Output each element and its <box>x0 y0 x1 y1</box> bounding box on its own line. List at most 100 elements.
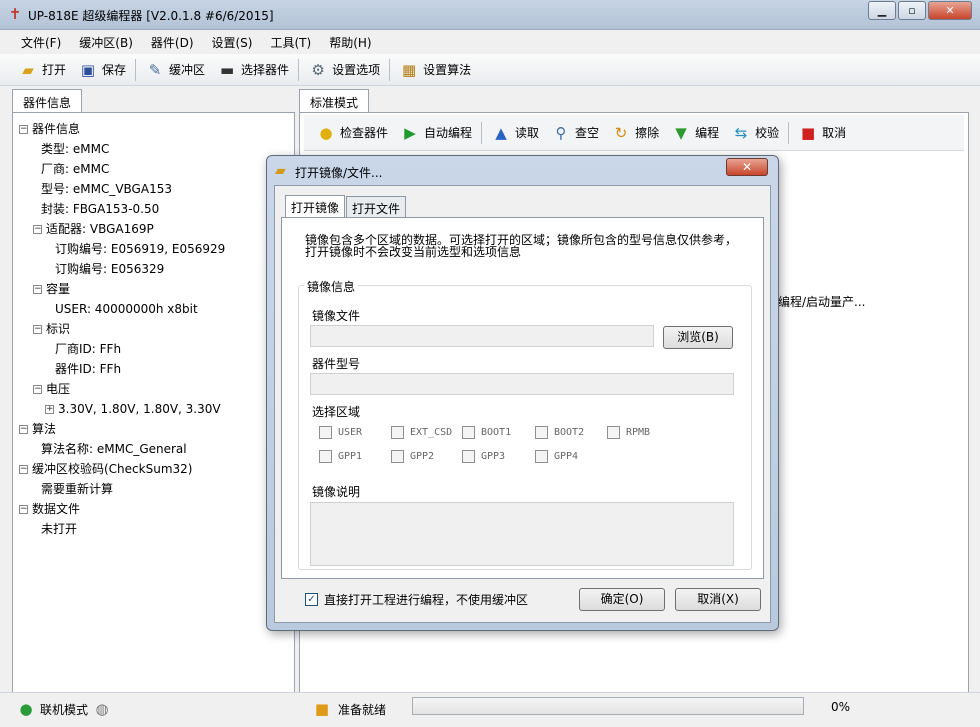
algorithm-button[interactable]: ▦ 设置算法 <box>393 57 477 83</box>
verify-button[interactable]: ⇆ 校验 <box>725 120 785 146</box>
collapse-icon[interactable]: − <box>33 225 42 234</box>
device-model-label: 器件型号 <box>312 357 361 371</box>
open-button[interactable]: ▰ 打开 <box>12 57 72 83</box>
app-icon: ✝ <box>8 5 22 23</box>
collapse-icon[interactable]: − <box>19 505 28 514</box>
toolbar-separator <box>135 58 137 81</box>
region-gpp3-checkbox[interactable]: GPP3 <box>462 450 505 463</box>
image-desc-box <box>310 502 734 566</box>
select-device-button[interactable]: ▬ 选择器件 <box>211 57 295 83</box>
menu-buffer[interactable]: 缓冲区(B) <box>70 30 142 54</box>
region-boot1-checkbox[interactable]: BOOT1 <box>462 426 511 439</box>
program-button[interactable]: ▼ 编程 <box>665 120 725 146</box>
tree-node[interactable]: − 器件信息 <box>19 119 225 139</box>
connection-icon: ◍ <box>95 700 109 718</box>
read-button[interactable]: ▲ 读取 <box>485 120 545 146</box>
image-info-group-title: 镜像信息 <box>304 278 359 295</box>
menu-tools[interactable]: 工具(T) <box>261 30 320 54</box>
image-file-field[interactable] <box>310 325 654 347</box>
minimize-button[interactable]: ▁ <box>868 1 896 20</box>
open-image-dialog: ▰ 打开镜像/文件... ✕ 打开镜像 打开文件 镜像包含多个区域的数据。可选择… <box>266 155 779 631</box>
mode-status: 联机模式 <box>40 702 89 717</box>
tree-node[interactable]: +3.30V, 1.80V, 1.80V, 3.30V <box>19 399 225 419</box>
collapse-icon[interactable]: − <box>19 465 28 474</box>
erase-button[interactable]: ↻ 擦除 <box>605 120 665 146</box>
tree-leaf: 未打开 <box>41 522 78 536</box>
menu-settings[interactable]: 设置(S) <box>203 30 262 54</box>
menu-file[interactable]: 文件(F) <box>12 30 70 54</box>
tree-node[interactable]: − 适配器: VBGA169P <box>19 219 225 239</box>
image-file-label: 镜像文件 <box>312 309 361 323</box>
menu-help[interactable]: 帮助(H) <box>320 30 380 54</box>
maximize-button[interactable]: ▫ <box>898 1 926 20</box>
ok-button[interactable]: 确定(O) <box>579 588 665 611</box>
tab-open-file[interactable]: 打开文件 <box>346 196 407 218</box>
tree-node[interactable]: − 标识 <box>19 319 225 339</box>
tree-leaf: 封装: FBGA153-0.50 <box>41 202 160 216</box>
menu-bar: 文件(F) 缓冲区(B) 器件(D) 设置(S) 工具(T) 帮助(H) <box>0 30 980 54</box>
device-info-tree: − 器件信息 类型: eMMC 厂商: eMMC 型号: eMMC_VBGA153… <box>19 119 225 539</box>
play-icon: ▶ <box>404 123 416 142</box>
progress-percent: 0% <box>831 700 851 714</box>
ready-status: 准备就绪 <box>338 702 387 717</box>
open-label: 打开 <box>42 63 67 77</box>
collapse-icon[interactable]: − <box>19 125 28 134</box>
checkbox-check-icon: ✓ <box>305 593 318 606</box>
tree-leaf: 型号: eMMC_VBGA153 <box>41 182 172 196</box>
stop-icon: ■ <box>801 123 816 142</box>
image-desc-label: 镜像说明 <box>312 485 361 499</box>
browse-button[interactable]: 浏览(B) <box>663 326 733 349</box>
erase-cycle-icon: ↻ <box>614 123 628 142</box>
region-user-checkbox[interactable]: USER <box>319 426 362 439</box>
tab-standard-mode[interactable]: 标准模式 <box>299 89 370 113</box>
blank-check-button[interactable]: ⚲ 查空 <box>545 120 605 146</box>
tab-open-image[interactable]: 打开镜像 <box>285 195 346 219</box>
options-button[interactable]: ⚙ 设置选项 <box>302 57 386 83</box>
region-boot2-checkbox[interactable]: BOOT2 <box>535 426 584 439</box>
region-gpp1-checkbox[interactable]: GPP1 <box>319 450 362 463</box>
buffer-button[interactable]: ✎ 缓冲区 <box>139 57 211 83</box>
tree-node[interactable]: − 缓冲区校验码(CheckSum32) <box>19 459 225 479</box>
collapse-icon[interactable]: − <box>33 285 42 294</box>
dialog-body: 打开镜像 打开文件 镜像包含多个区域的数据。可选择打开的区域；镜像所包含的型号信… <box>274 185 771 623</box>
floppy-disk-icon: ▣ <box>80 60 96 79</box>
collapse-icon[interactable]: − <box>19 425 28 434</box>
collapse-icon[interactable]: − <box>33 385 42 394</box>
direct-open-checkbox[interactable]: ✓ 直接打开工程进行编程，不使用缓冲区 <box>305 591 528 608</box>
tree-leaf: 算法名称: eMMC_General <box>41 442 187 456</box>
toolbar-separator <box>298 58 300 81</box>
auto-program-button[interactable]: ▶ 自动编程 <box>394 120 478 146</box>
tab-device-info[interactable]: 器件信息 <box>12 89 83 113</box>
check-device-button[interactable]: ● 检查器件 <box>310 120 394 146</box>
expand-icon[interactable]: + <box>45 405 54 414</box>
region-gpp4-checkbox[interactable]: GPP4 <box>535 450 578 463</box>
verify-arrows-icon: ⇆ <box>734 123 748 142</box>
cancel-operation-button[interactable]: ■ 取消 <box>792 120 852 146</box>
region-gpp2-checkbox[interactable]: GPP2 <box>391 450 434 463</box>
tree-node[interactable]: − 算法 <box>19 419 225 439</box>
gear-icon: ⚙ <box>311 60 325 79</box>
window-title: UP-818E 超级编程器 [V2.0.1.8 #6/6/2015] <box>28 9 274 23</box>
tree-leaf: 类型: eMMC <box>41 142 110 156</box>
tree-node[interactable]: − 容量 <box>19 279 225 299</box>
close-button[interactable]: ✕ <box>928 1 972 20</box>
dialog-close-button[interactable]: ✕ <box>726 158 768 176</box>
region-ext-csd-checkbox[interactable]: EXT_CSD <box>391 426 452 439</box>
progress-bar <box>412 697 804 715</box>
main-toolbar: ▰ 打开 ▣ 保存 ✎ 缓冲区 ▬ 选择器件 ⚙ 设置选项 ▦ 设置算法 <box>0 54 980 86</box>
magnifier-icon: ⚲ <box>555 123 567 142</box>
tree-node[interactable]: − 数据文件 <box>19 499 225 519</box>
open-image-tab-panel: 镜像包含多个区域的数据。可选择打开的区域；镜像所包含的型号信息仅供参考， 打开镜… <box>281 217 764 579</box>
tree-leaf: 需要重新计算 <box>41 482 114 496</box>
algorithm-label: 设置算法 <box>423 63 472 77</box>
buffer-label: 缓冲区 <box>169 63 206 77</box>
dialog-cancel-button[interactable]: 取消(X) <box>675 588 761 611</box>
region-rpmb-checkbox[interactable]: RPMB <box>607 426 650 439</box>
tree-leaf: 订购编号: E056329 <box>55 262 165 276</box>
arrow-down-icon: ▼ <box>675 123 687 142</box>
collapse-icon[interactable]: − <box>33 325 42 334</box>
menu-device[interactable]: 器件(D) <box>142 30 203 54</box>
tree-leaf: 订购编号: E056919, E056929 <box>55 242 226 256</box>
save-button[interactable]: ▣ 保存 <box>72 57 132 83</box>
tree-node[interactable]: − 电压 <box>19 379 225 399</box>
